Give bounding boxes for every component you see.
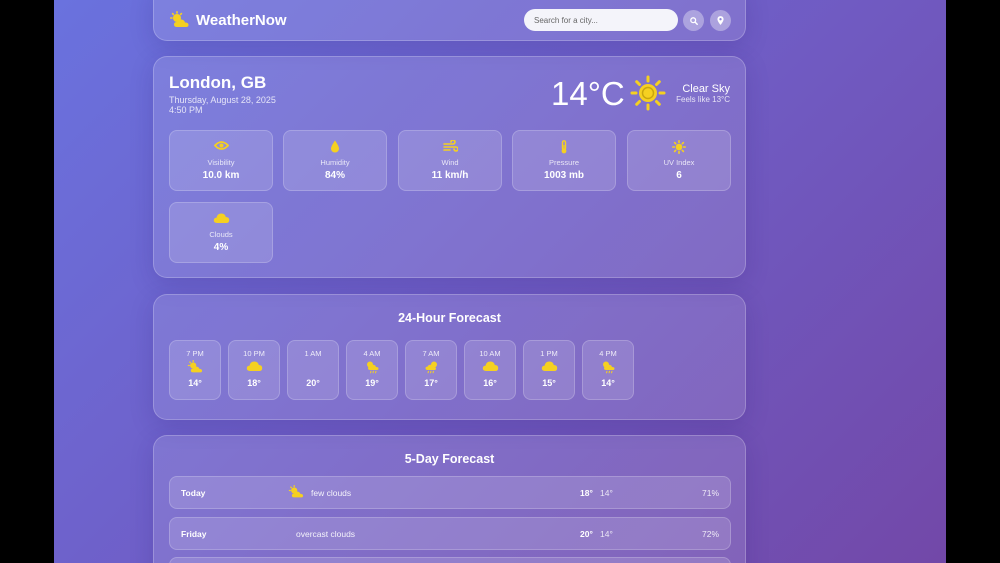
stat-clouds: Clouds 4%: [169, 202, 273, 263]
city-name: London, GB: [169, 73, 267, 92]
hour-item[interactable]: 10 AM 16°: [464, 340, 516, 400]
stat-visibility: Visibility 10.0 km: [169, 130, 273, 191]
day-low: 14°: [600, 529, 613, 539]
eye-icon: [170, 140, 272, 151]
day-humidity: 72%: [701, 529, 719, 539]
hour-temp: 17°: [424, 378, 438, 388]
stat-label: Wind: [441, 158, 459, 167]
feels-like-text: Feels like 13°C: [676, 95, 730, 104]
hour-time: 10 PM: [243, 349, 265, 358]
day-description: overcast clouds: [296, 529, 356, 539]
hour-time: 4 AM: [363, 349, 381, 358]
hour-time: 7 AM: [422, 349, 440, 358]
cloud-icon: [465, 360, 515, 372]
day-high: 18°: [580, 488, 593, 498]
search-button[interactable]: [683, 10, 704, 31]
hour-temp: 15°: [542, 378, 556, 388]
day-row[interactable]: Today few clouds 18° 14° 71%: [169, 476, 731, 509]
day-low: 14°: [600, 488, 613, 498]
daily-title: 5-Day Forecast: [404, 452, 495, 466]
hour-item[interactable]: 10 PM 18°: [228, 340, 280, 400]
stat-label: Humidity: [320, 158, 350, 167]
header-bar: WeatherNow: [153, 0, 746, 41]
day-row[interactable]: [169, 557, 731, 563]
stat-value: 10.0 km: [202, 170, 240, 181]
partly-cloudy-icon: [169, 11, 191, 29]
sun-rain-icon: [347, 360, 397, 374]
hour-item[interactable]: 1 PM 15°: [523, 340, 575, 400]
day-description: few clouds: [311, 488, 352, 498]
daily-forecast-card: 5-Day Forecast Today few clouds 18° 14° …: [153, 435, 746, 563]
search-input[interactable]: [524, 9, 678, 31]
brand[interactable]: WeatherNow: [169, 11, 287, 29]
cloud-icon: [524, 360, 574, 372]
stat-label: UV Index: [663, 158, 695, 167]
app-background: WeatherNow London, GB Thursday, August 2…: [54, 0, 946, 563]
location-button[interactable]: [710, 10, 731, 31]
stat-pressure: Pressure 1003 mb: [512, 130, 616, 191]
hour-time: 10 AM: [479, 349, 501, 358]
stat-label: Pressure: [548, 158, 579, 167]
app-title: WeatherNow: [196, 11, 287, 29]
hour-time: 1 AM: [304, 349, 322, 358]
stat-value: 11 km/h: [431, 170, 469, 181]
map-pin-icon: [717, 16, 724, 25]
droplet-icon: [284, 140, 386, 153]
hour-item[interactable]: 7 PM 14°: [169, 340, 221, 400]
day-row[interactable]: Friday overcast clouds 20° 14° 72%: [169, 517, 731, 550]
hour-temp: 19°: [365, 378, 379, 388]
hour-time: 1 PM: [540, 349, 558, 358]
stat-wind: Wind 11 km/h: [398, 130, 502, 191]
sun-rain-icon: [583, 360, 633, 374]
stat-value: 84%: [324, 170, 345, 181]
hour-item[interactable]: 7 AM 17°: [405, 340, 457, 400]
partly-cloudy-icon: [170, 360, 220, 374]
hour-temp: 16°: [483, 378, 497, 388]
current-date: Thursday, August 28, 2025: [169, 95, 276, 105]
hourly-forecast-card: 24-Hour Forecast 7 PM 14° 10 PM 18° 1 AM…: [153, 294, 746, 420]
stat-humidity: Humidity 84%: [283, 130, 387, 191]
search-icon: [689, 16, 698, 25]
stat-value: 4%: [213, 242, 229, 253]
sun-rain-icon: [406, 360, 456, 374]
current-time: 4:50 PM: [169, 105, 203, 115]
hour-item[interactable]: 1 AM 20°: [287, 340, 339, 400]
hour-temp: 14°: [601, 378, 615, 388]
sun-icon: [630, 75, 666, 111]
sun-icon: [628, 140, 730, 154]
hour-time: 7 PM: [186, 349, 204, 358]
stat-value: 1003 mb: [543, 170, 585, 181]
cloud-icon: [170, 212, 272, 224]
partly-cloudy-icon: [288, 485, 305, 499]
day-humidity: 71%: [701, 488, 719, 498]
hour-item[interactable]: 4 AM 19°: [346, 340, 398, 400]
current-temperature: 14°C: [551, 75, 625, 112]
thermometer-icon: [513, 140, 615, 154]
stat-value: 6: [676, 170, 682, 181]
hour-item[interactable]: 4 PM 14°: [582, 340, 634, 400]
day-high: 20°: [580, 529, 593, 539]
hour-temp: 14°: [188, 378, 202, 388]
hour-time: 4 PM: [599, 349, 617, 358]
current-weather-card: London, GB Thursday, August 28, 2025 4:5…: [153, 56, 746, 278]
hour-temp: 18°: [247, 378, 261, 388]
day-name: Today: [181, 488, 206, 498]
day-name: Friday: [181, 529, 207, 539]
hourly-title: 24-Hour Forecast: [398, 311, 501, 325]
stat-label: Visibility: [207, 158, 235, 167]
stat-uv-index: UV Index 6: [627, 130, 731, 191]
condition-text: Clear Sky: [682, 83, 730, 95]
stat-label: Clouds: [209, 230, 233, 239]
wind-icon: [399, 140, 501, 153]
cloud-icon: [229, 360, 279, 372]
hour-temp: 20°: [306, 378, 320, 388]
